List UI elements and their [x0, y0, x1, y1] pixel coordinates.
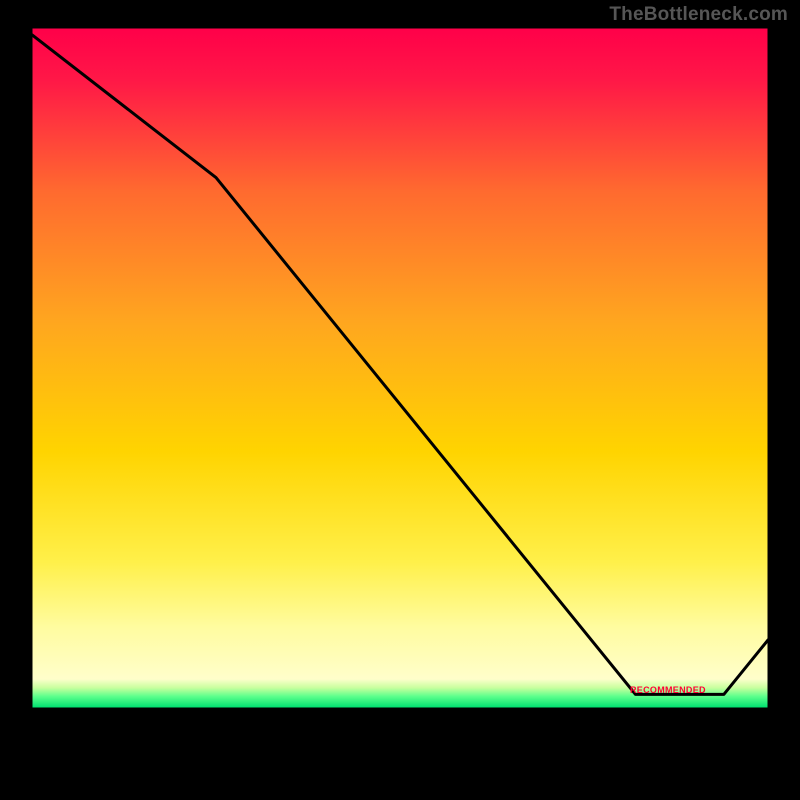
chart-svg	[0, 0, 800, 800]
chart-root: { "attribution": "TheBottleneck.com", "c…	[0, 0, 800, 800]
recommended-label: RECOMMENDED	[630, 685, 706, 695]
plot-gradient	[33, 29, 768, 680]
attribution-text: TheBottleneck.com	[609, 4, 788, 26]
